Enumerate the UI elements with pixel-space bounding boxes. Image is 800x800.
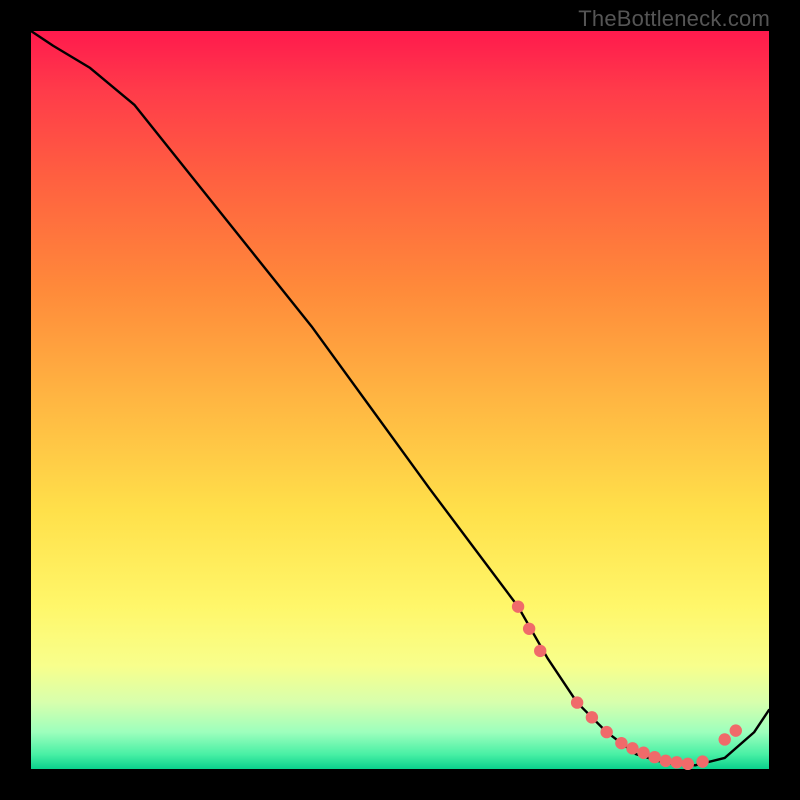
marker-dot xyxy=(671,756,683,768)
marker-dot xyxy=(586,711,598,723)
bottleneck-curve xyxy=(31,31,769,765)
marker-dot xyxy=(571,696,583,708)
marker-dot xyxy=(696,755,708,767)
attribution-text: TheBottleneck.com xyxy=(578,6,770,32)
marker-dot xyxy=(512,600,524,612)
marker-dot xyxy=(648,751,660,763)
marker-dot xyxy=(730,724,742,736)
plot-area xyxy=(31,31,769,769)
marker-dot xyxy=(534,645,546,657)
marker-dot xyxy=(719,733,731,745)
marker-dot xyxy=(615,737,627,749)
marker-dots xyxy=(512,600,742,770)
marker-dot xyxy=(523,623,535,635)
marker-dot xyxy=(659,755,671,767)
marker-dot xyxy=(682,758,694,770)
marker-dot xyxy=(626,742,638,754)
marker-dot xyxy=(600,726,612,738)
curve-layer xyxy=(31,31,769,769)
marker-dot xyxy=(637,747,649,759)
stage: TheBottleneck.com xyxy=(0,0,800,800)
